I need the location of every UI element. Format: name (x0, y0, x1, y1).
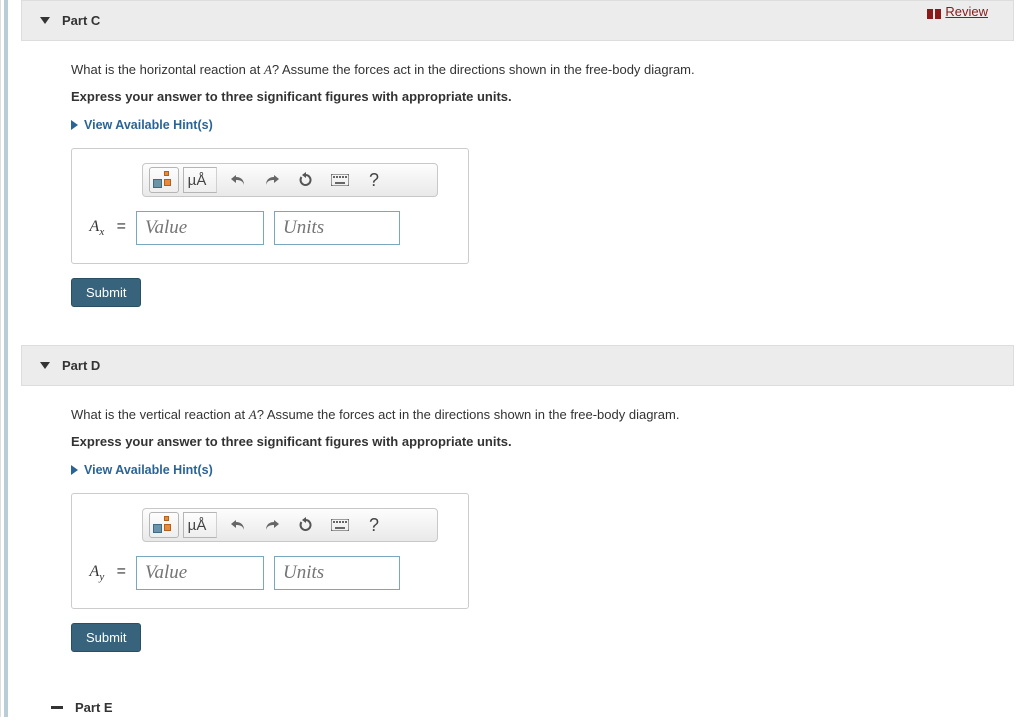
special-chars-button[interactable]: µÅ (183, 167, 217, 193)
help-button[interactable]: ? (359, 167, 389, 193)
view-hints-link[interactable]: View Available Hint(s) (71, 118, 213, 132)
part-d-title: Part D (62, 358, 100, 373)
undo-button[interactable] (223, 167, 253, 193)
mu-angstrom-icon: µÅ (188, 517, 207, 534)
part-c-answer-card: µÅ ? (71, 148, 469, 264)
part-e-header[interactable]: Part E (21, 690, 1024, 717)
keyboard-icon (331, 174, 349, 186)
templates-button[interactable] (149, 512, 179, 538)
part-e-title: Part E (75, 700, 113, 715)
reset-icon (298, 517, 314, 533)
keyboard-button[interactable] (325, 512, 355, 538)
mu-angstrom-icon: µÅ (188, 172, 207, 189)
chevron-right-icon (71, 120, 78, 130)
reset-button[interactable] (291, 512, 321, 538)
left-accent-stripe (4, 0, 8, 717)
part-c-instruction: Express your answer to three significant… (71, 89, 996, 104)
equation-toolbar: µÅ ? (142, 163, 438, 197)
help-icon: ? (369, 515, 379, 536)
part-c-header[interactable]: Part C (21, 0, 1014, 41)
keyboard-button[interactable] (325, 167, 355, 193)
help-icon: ? (369, 170, 379, 191)
view-hints-link[interactable]: View Available Hint(s) (71, 463, 213, 477)
help-button[interactable]: ? (359, 512, 389, 538)
collapse-icon (51, 706, 63, 709)
reset-icon (298, 172, 314, 188)
part-d-variable-label: Ay = (86, 563, 126, 583)
part-d-answer-card: µÅ ? (71, 493, 469, 609)
part-d-instruction: Express your answer to three significant… (71, 434, 996, 449)
part-c-body: What is the horizontal reaction at A? As… (21, 41, 1014, 323)
chevron-right-icon (71, 465, 78, 475)
redo-icon (264, 173, 280, 187)
part-c-title: Part C (62, 13, 100, 28)
redo-icon (264, 518, 280, 532)
part-d-body: What is the vertical reaction at A? Assu… (21, 386, 1014, 668)
part-d-answer-row: Ay = (72, 550, 468, 608)
special-chars-button[interactable]: µÅ (183, 512, 217, 538)
view-hints-label: View Available Hint(s) (84, 118, 213, 132)
review-link-label: Review (945, 4, 988, 19)
part-d-question: What is the vertical reaction at A? Assu… (71, 406, 996, 424)
reset-button[interactable] (291, 167, 321, 193)
chevron-down-icon (40, 17, 50, 24)
part-c-answer-row: Ax = (72, 205, 468, 263)
templates-icon (153, 171, 175, 189)
part-d-header[interactable]: Part D (21, 345, 1014, 386)
templates-icon (153, 516, 175, 534)
undo-icon (230, 173, 246, 187)
book-icon (927, 7, 941, 17)
part-c-question: What is the horizontal reaction at A? As… (71, 61, 996, 79)
value-input[interactable] (136, 211, 264, 245)
submit-button[interactable]: Submit (71, 623, 141, 652)
equation-toolbar: µÅ ? (142, 508, 438, 542)
units-input[interactable] (274, 211, 400, 245)
redo-button[interactable] (257, 512, 287, 538)
review-link[interactable]: Review (927, 4, 988, 19)
keyboard-icon (331, 519, 349, 531)
templates-button[interactable] (149, 167, 179, 193)
units-input[interactable] (274, 556, 400, 590)
chevron-down-icon (40, 362, 50, 369)
view-hints-label: View Available Hint(s) (84, 463, 213, 477)
value-input[interactable] (136, 556, 264, 590)
submit-button[interactable]: Submit (71, 278, 141, 307)
redo-button[interactable] (257, 167, 287, 193)
part-c-variable-label: Ax = (86, 218, 126, 238)
undo-icon (230, 518, 246, 532)
undo-button[interactable] (223, 512, 253, 538)
